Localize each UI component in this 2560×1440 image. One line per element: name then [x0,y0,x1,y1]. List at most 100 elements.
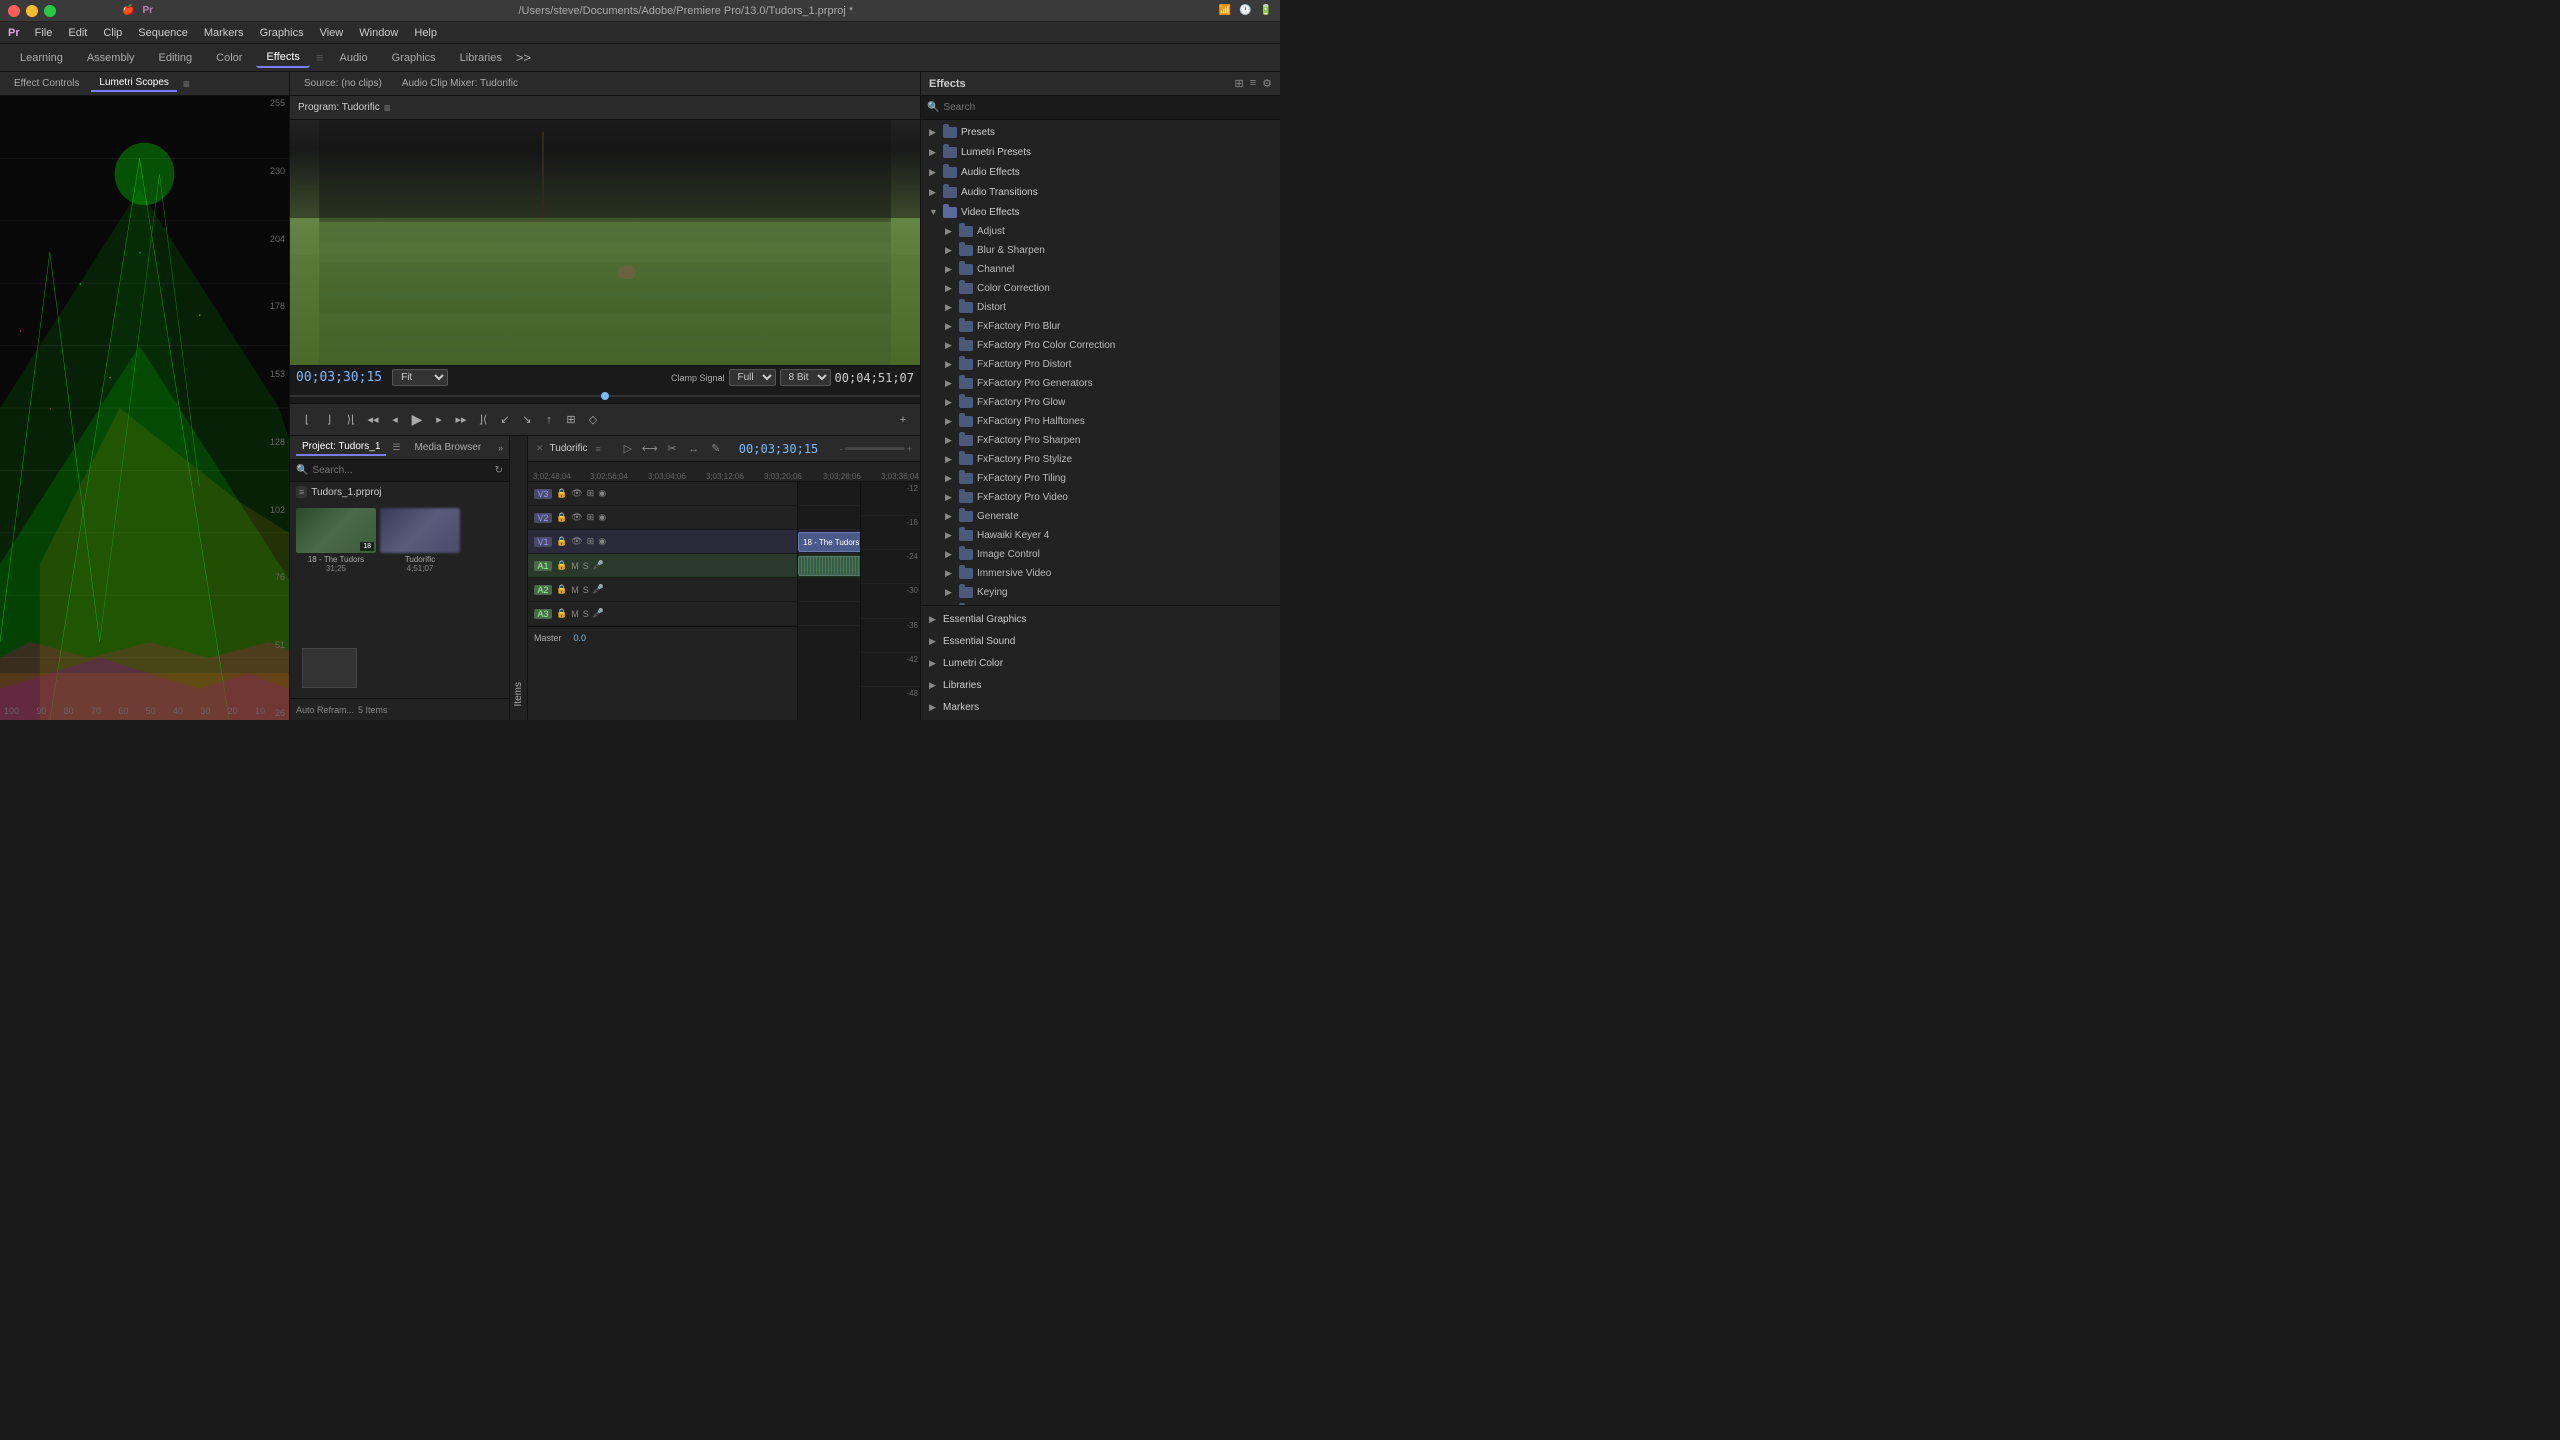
panel-tab-menu[interactable]: ≡ [183,77,190,91]
effect-image-control[interactable]: ▶ Image Control [921,545,1280,564]
effect-keying[interactable]: ▶ Keying [921,583,1280,602]
quality-select[interactable]: Full 1/2 1/4 [729,369,776,386]
v1-lock-btn[interactable]: 🔒 [556,536,567,547]
effect-fxfactory-halftones[interactable]: ▶ FxFactory Pro Halftones [921,412,1280,431]
a1-mic-btn[interactable]: 🎤 [593,560,604,571]
tab-effect-controls[interactable]: Effect Controls [6,76,87,91]
v2-lock-btn[interactable]: 🔒 [556,512,567,523]
tl-zoom-out[interactable]: + [907,444,912,454]
prev-frame-btn[interactable]: ◂ [386,411,404,429]
project-expand-btn[interactable]: » [498,443,503,453]
menu-edit[interactable]: Edit [61,25,94,41]
a3-m-btn[interactable]: M [571,609,579,619]
ws-audio[interactable]: Audio [329,49,377,67]
v2-eye-btn[interactable]: 👁 [571,512,582,523]
menu-window[interactable]: Window [352,25,405,41]
tab-lumetri-scopes[interactable]: Lumetri Scopes [91,75,176,92]
settings-icon[interactable]: ⚙ [1262,77,1272,90]
v1-sync-btn[interactable]: ⊞ [587,536,595,547]
effect-fxfactory-stylize[interactable]: ▶ FxFactory Pro Stylize [921,450,1280,469]
ws-color[interactable]: Color [206,49,252,67]
tab-source[interactable]: Source: (no clips) [296,76,390,91]
list-view-icon[interactable]: ≡ [1250,77,1256,90]
project-tab-main[interactable]: Project: Tudors_1 [296,439,386,456]
menu-graphics[interactable]: Graphics [253,25,311,41]
track-content[interactable]: 18 - The Tudors [V] 13 - Looking for Squ… [798,482,920,720]
a1-s-btn[interactable]: S [583,561,589,571]
ripple-tool[interactable]: ⟷ [641,440,659,458]
effect-lumetri-presets[interactable]: ▶ Lumetri Presets [921,142,1280,162]
v2-sync-btn[interactable]: ⊞ [587,512,595,523]
go-to-out-btn[interactable]: ⌋⟨ [474,411,492,429]
v1-eye-btn[interactable]: 👁 [571,536,582,547]
bit-depth-select[interactable]: 8 Bit [780,369,831,386]
effect-fxfactory-color[interactable]: ▶ FxFactory Pro Color Correction [921,336,1280,355]
menu-file[interactable]: File [28,25,60,41]
ws-effects[interactable]: Effects [256,48,309,68]
menu-help[interactable]: Help [407,25,444,41]
playback-bar[interactable] [290,389,920,403]
menu-clip[interactable]: Clip [96,25,129,41]
effect-fxfactory-glow[interactable]: ▶ FxFactory Pro Glow [921,393,1280,412]
razor-tool[interactable]: ✂ [663,440,681,458]
effect-fxfactory-video[interactable]: ▶ FxFactory Pro Video [921,488,1280,507]
libraries-item[interactable]: ▶ Libraries [921,674,1280,696]
thumb-tudorific[interactable]: Tudorific 4;51;07 [380,508,460,632]
mark-in-btn[interactable]: ⌊ [298,411,316,429]
a3-s-btn[interactable]: S [583,609,589,619]
next-frame-btn[interactable]: ▸ [430,411,448,429]
menu-sequence[interactable]: Sequence [131,25,195,41]
effect-immersive-video[interactable]: ▶ Immersive Video [921,564,1280,583]
effect-fxfactory-blur[interactable]: ▶ FxFactory Pro Blur [921,317,1280,336]
tl-close-icon[interactable]: ✕ [536,443,544,454]
effect-color-correction[interactable]: ▶ Color Correction [921,279,1280,298]
effect-distort[interactable]: ▶ Distort [921,298,1280,317]
effect-audio-effects[interactable]: ▶ Audio Effects [921,162,1280,182]
effect-audio-transitions[interactable]: ▶ Audio Transitions [921,182,1280,202]
slip-tool[interactable]: ↔ [685,440,703,458]
a2-lock-btn[interactable]: 🔒 [556,584,567,595]
tl-menu-icon[interactable]: ≡ [596,444,601,454]
zoom-slider[interactable] [845,447,905,450]
v2-target-btn[interactable]: ◉ [598,512,606,523]
panel-add-btn[interactable]: + [894,411,912,429]
lumetri-color-item[interactable]: ▶ Lumetri Color [921,652,1280,674]
project-search-input[interactable] [312,465,490,476]
ws-assembly[interactable]: Assembly [77,49,145,67]
effect-generate[interactable]: ▶ Generate [921,507,1280,526]
insert-btn[interactable]: ↙ [496,411,514,429]
playhead-dot[interactable] [601,392,609,400]
effects-search-input[interactable] [943,102,1274,113]
essential-graphics-item[interactable]: ▶ Essential Graphics [921,608,1280,630]
add-marker-btn[interactable]: ◇ [584,411,602,429]
menu-markers[interactable]: Markers [197,25,251,41]
ws-graphics[interactable]: Graphics [382,49,446,67]
effect-video-effects[interactable]: ▼ Video Effects [921,202,1280,222]
lift-btn[interactable]: ↑ [540,411,558,429]
step-fwd-btn[interactable]: ▸▸ [452,411,470,429]
effect-fxfactory-distort[interactable]: ▶ FxFactory Pro Distort [921,355,1280,374]
essential-sound-item[interactable]: ▶ Essential Sound [921,630,1280,652]
maximize-button[interactable] [44,5,56,17]
a2-mic-btn[interactable]: 🎤 [593,584,604,595]
v3-eye-btn[interactable]: 👁 [571,488,582,499]
v1-target-btn[interactable]: ◉ [598,536,606,547]
a2-s-btn[interactable]: S [583,585,589,595]
tab-audio-mixer[interactable]: Audio Clip Mixer: Tudorific [394,76,526,91]
v3-target-btn[interactable]: ◉ [598,488,606,499]
effect-hawaiki-keyer[interactable]: ▶ Hawaiki Keyer 4 [921,526,1280,545]
effect-channel[interactable]: ▶ Channel [921,260,1280,279]
a2-m-btn[interactable]: M [571,585,579,595]
markers-item[interactable]: ▶ Markers [921,696,1280,718]
mark-out-btn[interactable]: ⌋ [320,411,338,429]
tl-zoom-in[interactable]: - [840,444,843,454]
selection-tool[interactable]: ▷ [619,440,637,458]
minimize-button[interactable] [26,5,38,17]
ws-learning[interactable]: Learning [10,49,73,67]
a1-lock-btn[interactable]: 🔒 [556,560,567,571]
fit-select[interactable]: Fit 25% 50% 100% [392,369,448,386]
pen-tool[interactable]: ✎ [707,440,725,458]
monitor-menu-icon[interactable]: ≡ [384,101,391,115]
effect-fxfactory-sharpen[interactable]: ▶ FxFactory Pro Sharpen [921,431,1280,450]
a3-mic-btn[interactable]: 🎤 [593,608,604,619]
